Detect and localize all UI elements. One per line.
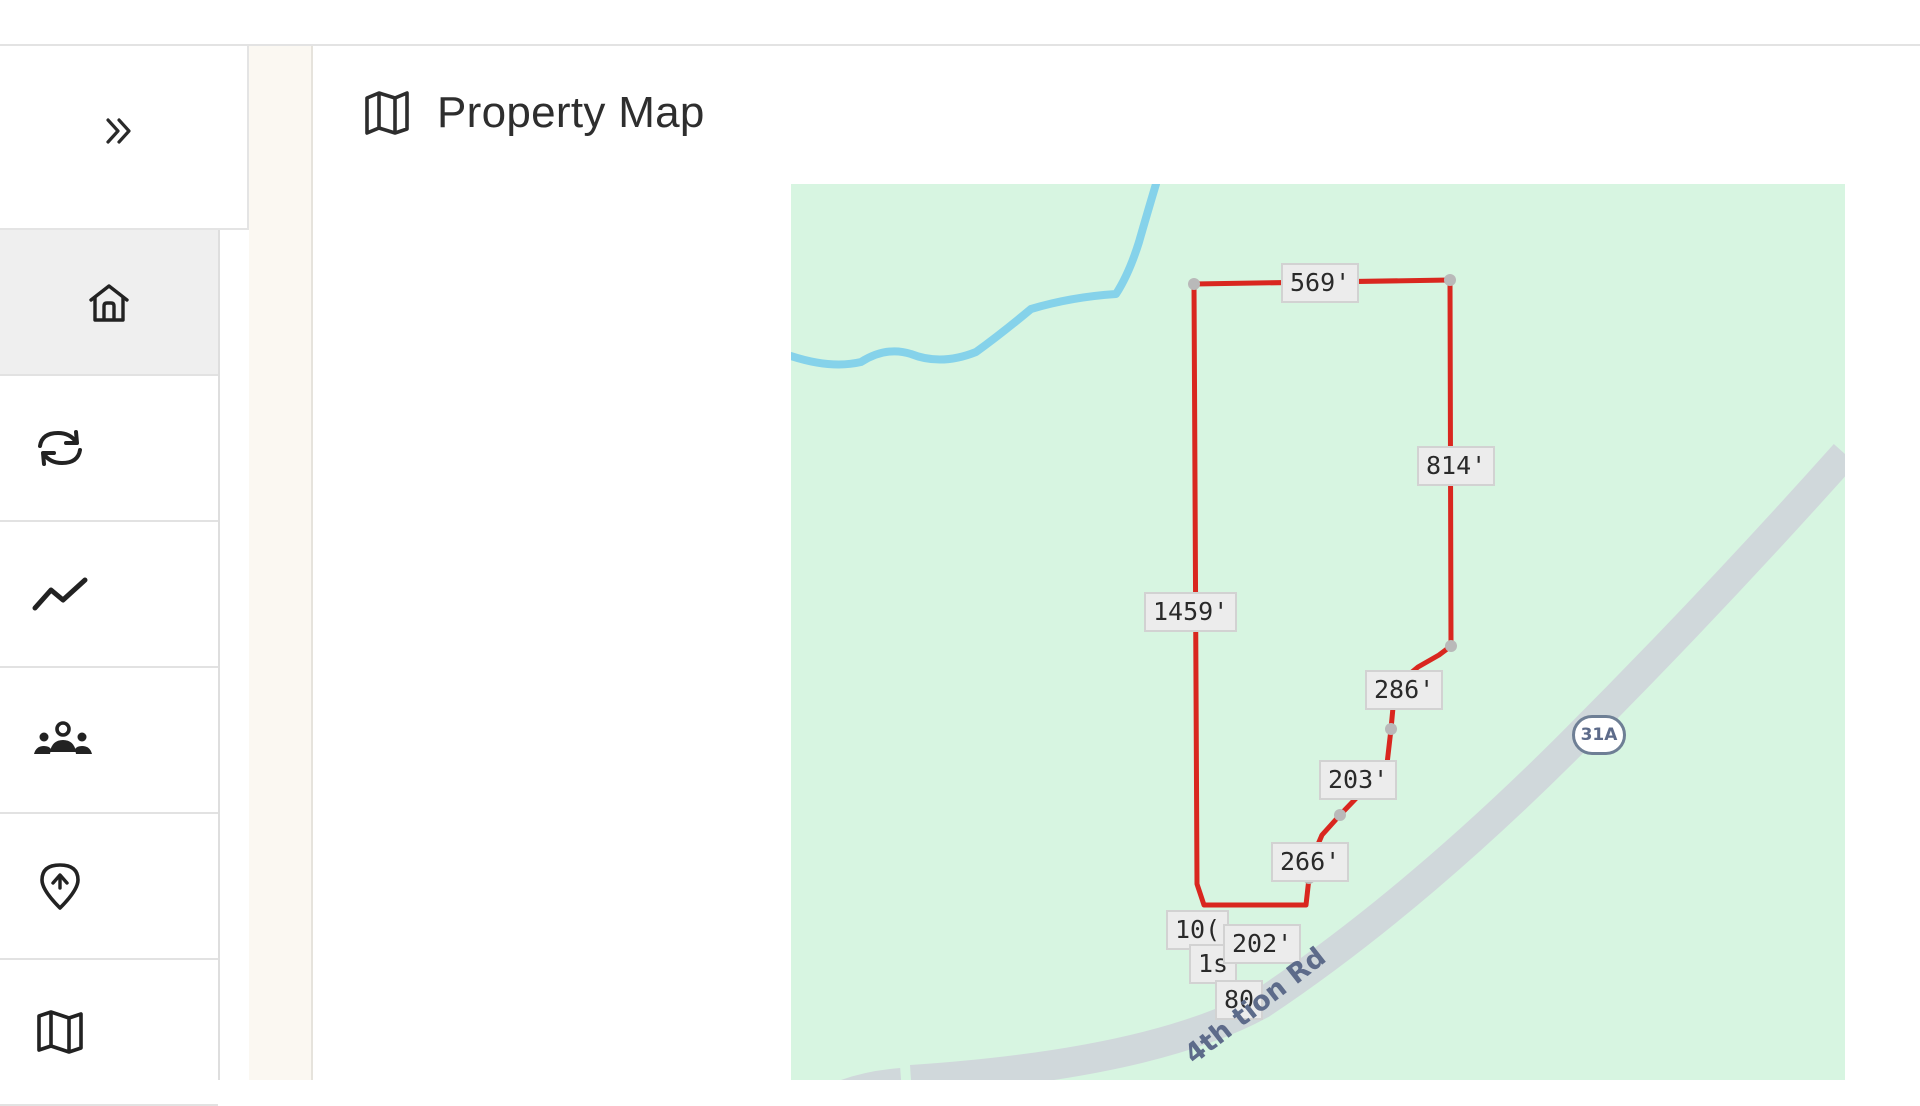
segment-length-label: 203': [1319, 760, 1398, 800]
secondary-sidebar-strip: [249, 46, 313, 1080]
vertex: [1444, 274, 1456, 286]
people-group-icon: [34, 721, 92, 754]
double-chevron-right-icon: [105, 118, 131, 144]
sidebar-item-map[interactable]: [0, 960, 218, 1106]
sidebar-item-analytics[interactable]: [0, 522, 218, 668]
sidebar-nav: [0, 230, 220, 1106]
main-content: Property Map 569' 814' 1459' 286' 203' 2…: [313, 46, 1920, 1080]
top-bar: [0, 0, 1920, 46]
sidebar-item-people[interactable]: [0, 668, 218, 814]
page-title: Property Map: [437, 88, 705, 137]
route-shield: 31A: [1572, 715, 1626, 755]
property-map[interactable]: 569' 814' 1459' 286' 203' 266' 10( 1s 20…: [791, 184, 1845, 1080]
sidebar-item-home[interactable]: [0, 230, 218, 376]
segment-length-label: 1459': [1144, 592, 1238, 632]
sidebar-collapse-panel: [0, 46, 249, 230]
map-icon: [365, 91, 409, 135]
vertex: [1385, 723, 1397, 735]
sidebar-item-location[interactable]: [0, 814, 218, 960]
segment-length-label: 286': [1365, 670, 1444, 710]
segment-length-label: 814': [1417, 446, 1496, 486]
segment-length-label: 569': [1281, 263, 1360, 303]
vertex: [1188, 278, 1200, 290]
vertex: [1445, 640, 1457, 652]
home-icon: [89, 284, 129, 322]
segment-length-label: 266': [1271, 842, 1350, 882]
map-icon: [37, 1010, 83, 1054]
refresh-icon: [38, 430, 82, 466]
river: [791, 184, 1160, 369]
location-pin-icon: [40, 863, 80, 910]
map-canvas: [791, 184, 1845, 1080]
trend-line-icon: [32, 577, 88, 611]
page-header: Property Map: [363, 88, 705, 138]
vertex: [1334, 809, 1346, 821]
expand-sidebar-button[interactable]: [90, 101, 150, 161]
sidebar-item-sync[interactable]: [0, 376, 218, 522]
